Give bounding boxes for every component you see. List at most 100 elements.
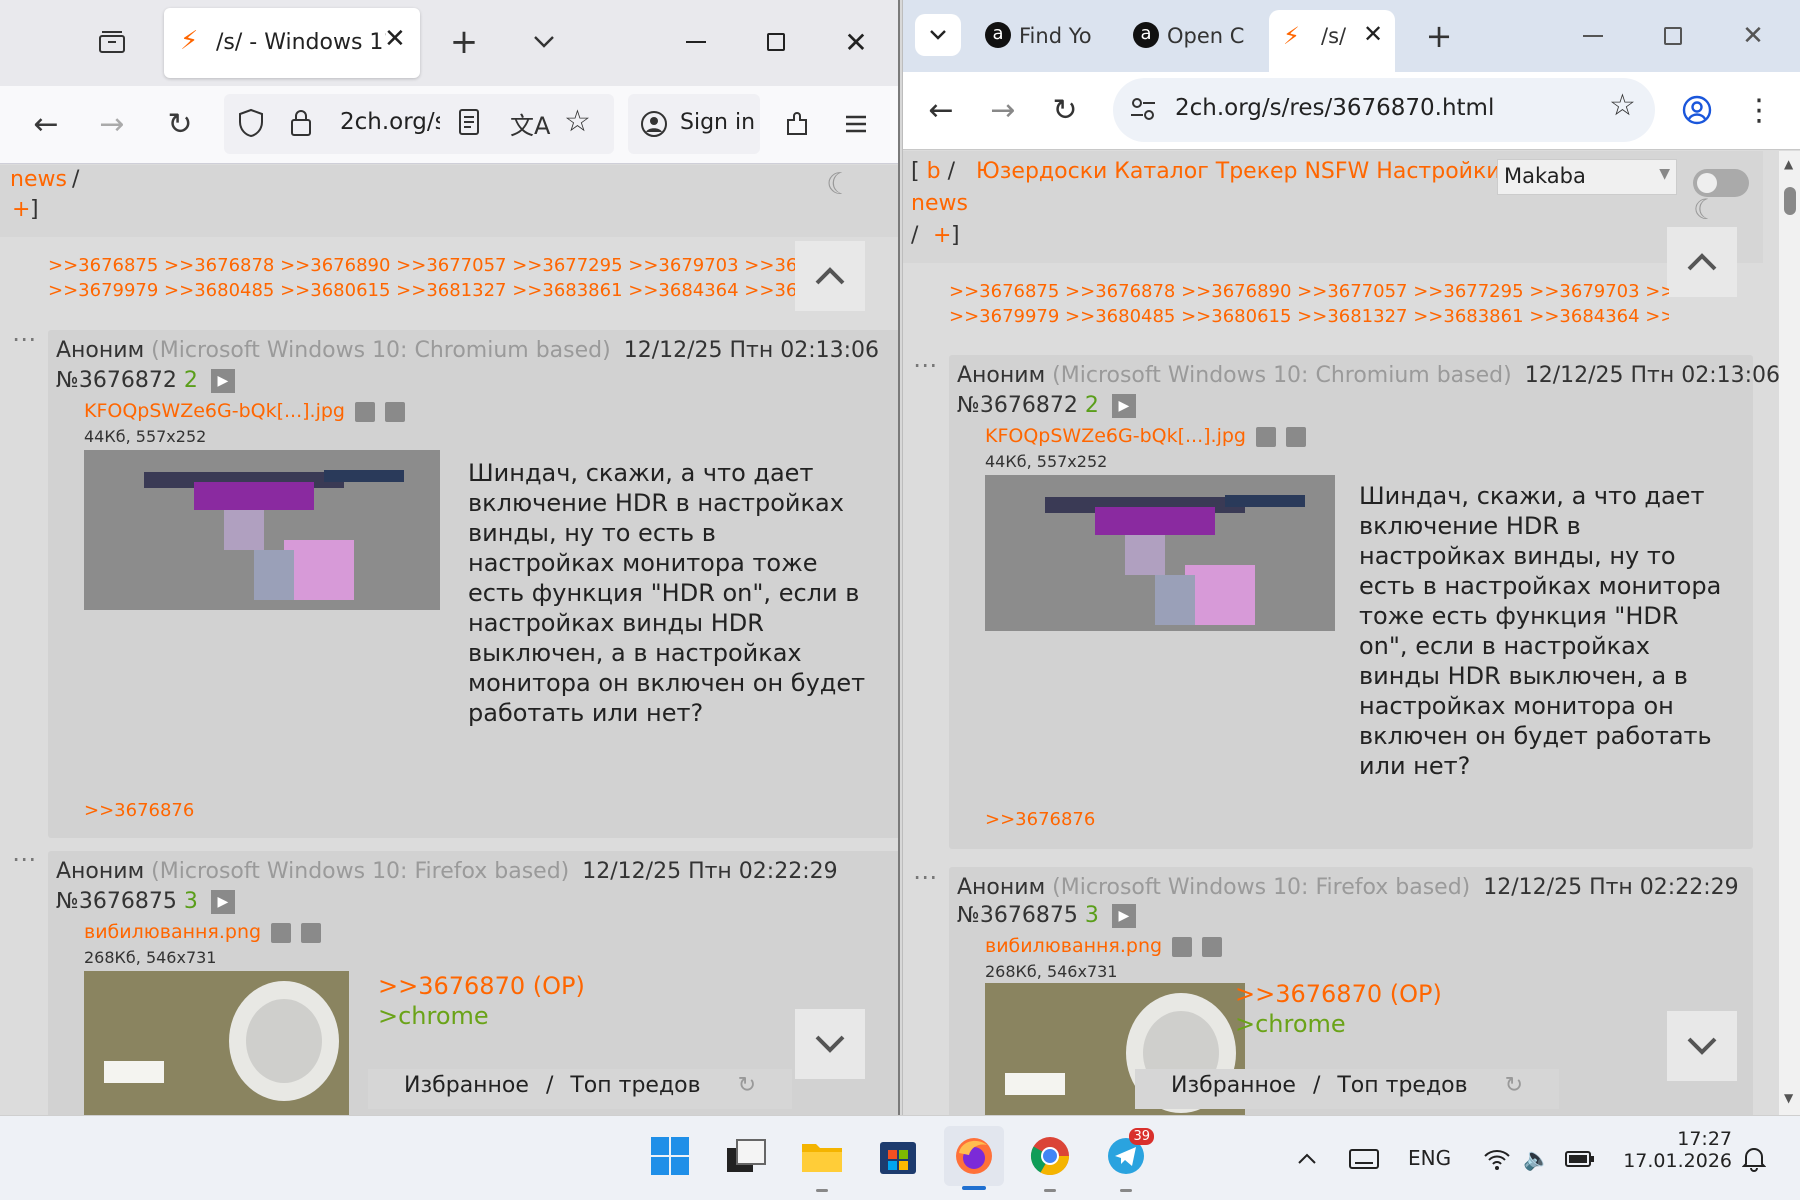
chevron-up-icon[interactable] [1292, 1144, 1322, 1174]
search-image-icon[interactable] [1172, 936, 1193, 957]
file-name[interactable]: KFOQpSWZe6G-bQk[...].jpg [84, 400, 406, 422]
firefox-taskbar-button[interactable] [944, 1126, 1004, 1190]
scrollbar[interactable]: ▲ ▼ [1779, 151, 1800, 1115]
search-image-icon[interactable] [1256, 426, 1277, 447]
replies-row-1[interactable]: >>3676875 >>3676878 >>3676890 >>3677057 … [949, 279, 1669, 304]
address-bar[interactable]: 2ch.org/s/res/3676870.html ☆ [1113, 78, 1655, 142]
download-icon[interactable] [301, 922, 322, 943]
replies-row-1[interactable]: >>3676875 >>3676878 >>3676890 >>3677057 … [48, 253, 855, 278]
dark-mode-moon-icon[interactable]: ☾ [1693, 193, 1718, 226]
lock-icon[interactable] [290, 108, 312, 142]
file-name[interactable]: вибилювання.png [985, 935, 1223, 957]
menu-icon[interactable] [836, 104, 876, 144]
start-button[interactable] [640, 1126, 700, 1186]
scrollbar-up-arrow[interactable]: ▲ [1784, 157, 1793, 171]
scroll-up-button[interactable] [1667, 227, 1737, 297]
scrollbar-down-arrow[interactable]: ▼ [1784, 1091, 1793, 1105]
quote-link[interactable]: >>3676870 (OP) [1235, 979, 1442, 1009]
top-threads-link[interactable]: Топ тредов [1337, 1073, 1467, 1098]
close-window-icon[interactable]: ✕ [1733, 16, 1773, 56]
chrome-taskbar-button[interactable] [1020, 1126, 1080, 1192]
tab-list-icon[interactable] [524, 22, 564, 62]
top-threads-link[interactable]: Топ тредов [570, 1073, 700, 1098]
scroll-down-button[interactable] [795, 1009, 865, 1079]
shield-icon[interactable] [238, 108, 264, 142]
scroll-up-button[interactable] [795, 241, 865, 311]
minimize-icon[interactable] [676, 22, 716, 62]
refresh-spinner-icon[interactable]: ↻ [1505, 1073, 1523, 1098]
board-add-link[interactable]: + [12, 197, 30, 222]
new-tab-icon[interactable]: + [1419, 16, 1459, 56]
board-link-b[interactable]: b [927, 159, 941, 184]
clock[interactable]: 17:27 17.01.2026 [1612, 1128, 1732, 1172]
new-tab-icon[interactable]: + [444, 22, 484, 62]
post-reply-link[interactable]: >>3676876 [985, 807, 1095, 832]
language-indicator[interactable]: ENG [1408, 1146, 1451, 1170]
forward-icon[interactable]: → [92, 104, 132, 144]
url-text[interactable]: 2ch.org/s/ [340, 109, 440, 135]
back-icon[interactable]: ← [26, 104, 66, 144]
download-icon[interactable] [1286, 426, 1307, 447]
file-name-text[interactable]: KFOQpSWZe6G-bQk[...].jpg [985, 425, 1246, 447]
file-name-text[interactable]: KFOQpSWZe6G-bQk[...].jpg [84, 400, 345, 422]
post-image[interactable] [84, 450, 440, 610]
reload-icon[interactable]: ↻ [160, 104, 200, 144]
post-number[interactable]: №3676875 [957, 903, 1078, 928]
tab-find[interactable]: a Find Yo [977, 12, 1105, 60]
minimize-icon[interactable] [1573, 16, 1613, 56]
replies-row-2[interactable]: >>3679979 >>3680485 >>3680615 >>3681327 … [48, 278, 855, 303]
close-tab-icon[interactable]: ✕ [1363, 20, 1383, 48]
task-view-button[interactable] [716, 1126, 776, 1186]
notifications-bell-icon[interactable] [1738, 1144, 1770, 1174]
post-menu-icon[interactable]: ⋯ [913, 351, 938, 379]
download-icon[interactable] [385, 401, 406, 422]
file-name[interactable]: KFOQpSWZe6G-bQk[...].jpg [985, 425, 1307, 447]
play-icon[interactable]: ▶ [1111, 394, 1136, 418]
scroll-down-button[interactable] [1667, 1011, 1737, 1081]
tab-open[interactable]: a Open C [1125, 12, 1253, 60]
bookmark-star-icon[interactable]: ☆ [564, 104, 591, 139]
url-bar[interactable]: 2ch.org/s/ 文A ☆ [224, 94, 614, 154]
post-image[interactable] [84, 971, 349, 1115]
sign-in-button[interactable]: Sign in [628, 94, 760, 154]
play-icon[interactable]: ▶ [210, 890, 235, 914]
back-icon[interactable]: ← [921, 90, 961, 130]
quote-link[interactable]: >>3676870 (OP) [378, 971, 585, 1001]
profile-icon[interactable] [1677, 90, 1717, 130]
keyboard-icon[interactable] [1346, 1144, 1382, 1174]
bookmark-star-icon[interactable]: ☆ [1609, 88, 1636, 123]
translate-icon[interactable]: 文A [510, 106, 550, 141]
extensions-icon[interactable] [778, 104, 818, 144]
tab-active[interactable]: ⚡ /s/ - Windows 11 ✕ [164, 8, 420, 78]
battery-icon[interactable] [1562, 1144, 1598, 1174]
board-add-link[interactable]: + [933, 223, 951, 248]
telegram-taskbar-button[interactable]: 39 [1096, 1126, 1156, 1192]
search-image-icon[interactable] [271, 922, 292, 943]
file-name-text[interactable]: вибилювання.png [985, 935, 1162, 957]
tab-search-button[interactable] [915, 14, 961, 56]
board-nav-links[interactable]: Юзердоски Каталог Трекер NSFW Настройки [976, 159, 1501, 184]
reload-icon[interactable]: ↻ [1045, 90, 1085, 130]
close-window-icon[interactable]: ✕ [836, 22, 876, 62]
tab-groups-icon[interactable] [92, 22, 132, 62]
replies-row-2[interactable]: >>3679979 >>3680485 >>3680615 >>3681327 … [949, 304, 1669, 329]
play-icon[interactable]: ▶ [210, 369, 235, 393]
file-name[interactable]: вибилювання.png [84, 921, 322, 943]
kebab-menu-icon[interactable]: ⋮ [1739, 90, 1779, 130]
post-menu-icon[interactable]: ⋯ [913, 863, 938, 891]
maximize-icon[interactable] [1653, 16, 1693, 56]
forward-icon[interactable]: → [983, 90, 1023, 130]
post-image[interactable] [985, 475, 1335, 631]
url-text[interactable]: 2ch.org/s/res/3676870.html [1175, 95, 1494, 121]
store-button[interactable] [868, 1126, 928, 1186]
post-number[interactable]: №3676875 [56, 889, 177, 914]
post-number[interactable]: №3676872 [957, 393, 1078, 418]
scrollbar-thumb[interactable] [1784, 187, 1796, 215]
favorites-link[interactable]: Избранное [1171, 1073, 1296, 1098]
search-image-icon[interactable] [355, 401, 376, 422]
refresh-spinner-icon[interactable]: ↻ [738, 1073, 756, 1098]
style-select[interactable]: Makaba ▼ [1497, 159, 1677, 195]
post-menu-icon[interactable]: ⋯ [12, 845, 37, 873]
play-icon[interactable]: ▶ [1111, 904, 1136, 928]
post-reply-link[interactable]: >>3676876 [84, 798, 194, 823]
